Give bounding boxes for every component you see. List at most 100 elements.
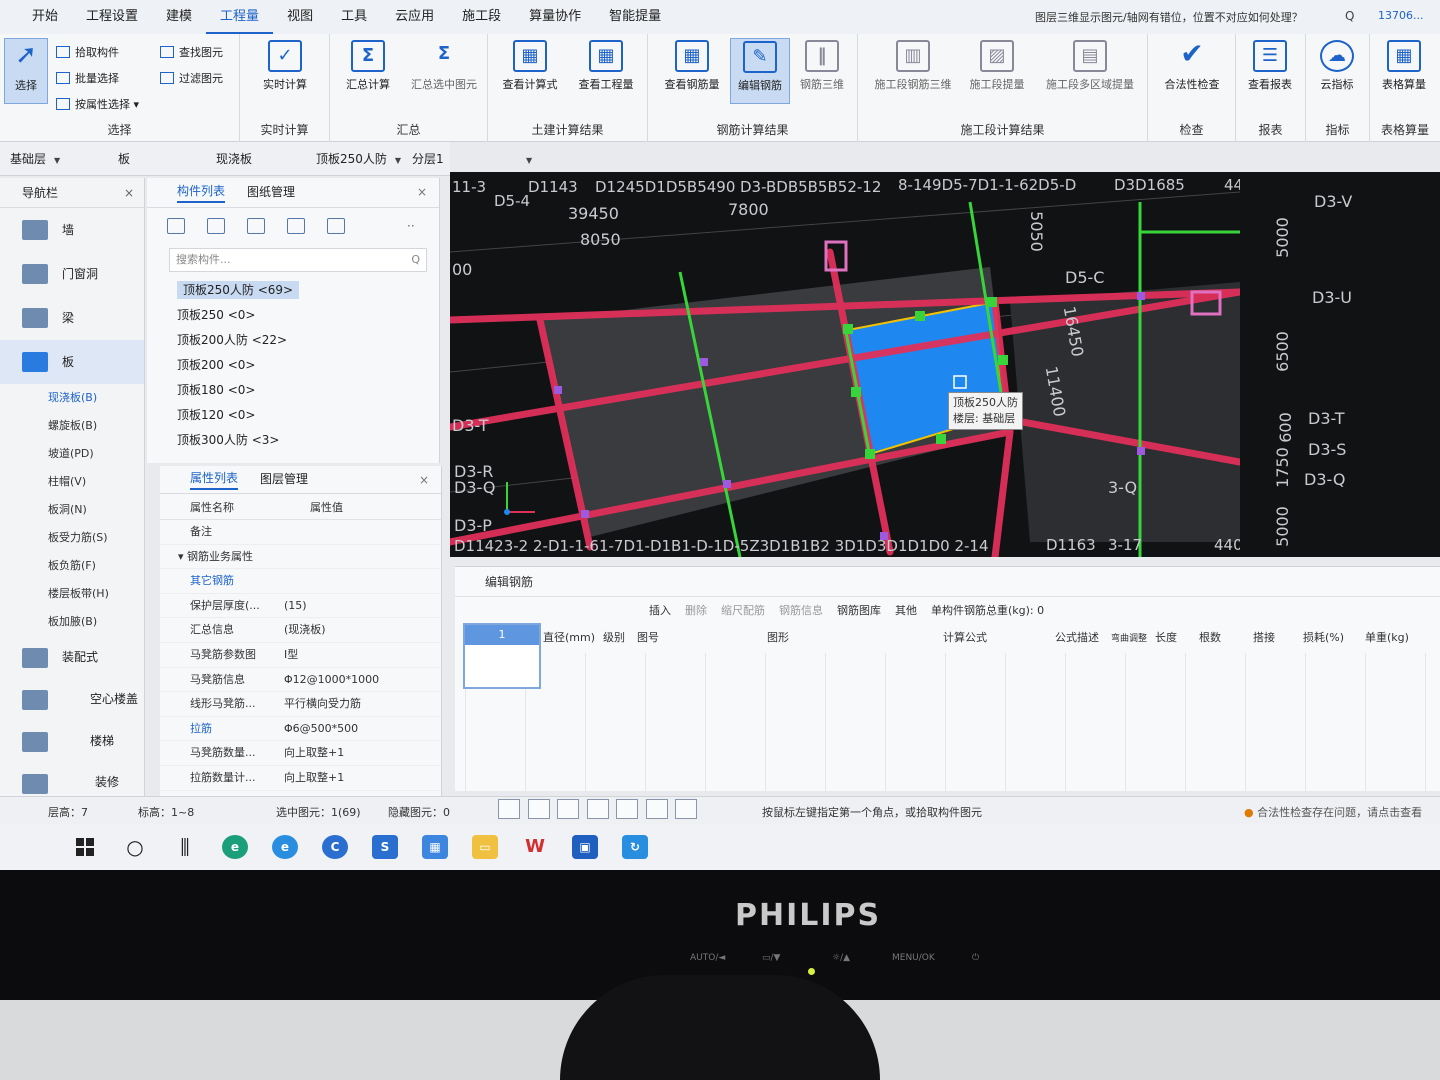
summary-selected-button[interactable]: Σ 汇总选中图元 [402, 38, 486, 104]
view-formula-button[interactable]: ▦ 查看计算式 [494, 38, 566, 104]
slab-area[interactable] [1010, 282, 1240, 542]
nav-sub-column-cap[interactable]: 柱帽(V) [0, 468, 144, 496]
tab-layer-management[interactable]: 图层管理 [260, 470, 308, 489]
app-icon-glodon[interactable]: ↻ [610, 827, 660, 867]
menu-quantities[interactable]: 工程量 [206, 0, 274, 34]
find-element-button[interactable]: 查找图元 [160, 44, 223, 60]
user-account[interactable]: 13706... [1378, 9, 1423, 22]
property-row[interactable]: 线形马凳筋... 平行横向受力筋 [160, 692, 441, 717]
view-rebar-button[interactable]: ▦ 查看钢筋量 [656, 38, 728, 104]
view-quantity-button[interactable]: ▦ 查看工程量 [570, 38, 642, 104]
ie-browser-icon[interactable]: e [260, 827, 310, 867]
property-row[interactable]: 拉筋 Φ6@500*500 [160, 717, 441, 742]
delete-button[interactable]: 删除 [685, 602, 707, 618]
nav-item-stairs[interactable]: 楼梯 [0, 720, 144, 762]
batch-select-button[interactable]: 批量选择 [56, 70, 119, 86]
search-icon[interactable]: Q [411, 249, 420, 271]
menu-tools[interactable]: 工具 [327, 0, 381, 34]
component-row[interactable]: 顶板300人防 <3> [147, 428, 439, 453]
nav-item-door-window[interactable]: 门窗洞 [0, 252, 144, 296]
property-row[interactable]: 其它钢筋 [160, 569, 441, 594]
nav-sub-slab-haunch[interactable]: 板加腋(B) [0, 608, 144, 636]
property-row[interactable]: 备注 [160, 520, 441, 545]
task-view-icon[interactable]: ⫼ [160, 827, 210, 867]
tab-drawing-management[interactable]: 图纸管理 [247, 183, 295, 202]
nav-sub-slab-hole[interactable]: 板洞(N) [0, 496, 144, 524]
file-explorer-icon[interactable]: ▭ [460, 827, 510, 867]
menu-project-settings[interactable]: 工程设置 [72, 0, 152, 34]
nav-sub-slab-main-rebar[interactable]: 板受力筋(S) [0, 524, 144, 552]
monitor-auto-button[interactable]: AUTO/◄ [690, 953, 725, 963]
edit-rebar-button[interactable]: ✎ 编辑钢筋 [730, 38, 790, 104]
app-icon-c[interactable]: C [310, 827, 360, 867]
nav-item-wall[interactable]: 墙 [0, 208, 144, 252]
monitor-input-button[interactable]: ▭/▼ [762, 953, 780, 963]
grid-icon[interactable] [645, 799, 668, 819]
ortho-icon[interactable] [498, 799, 520, 819]
cloud-index-button[interactable]: ☁ 云指标 [1306, 38, 1368, 104]
property-row[interactable]: 保护层厚度(... (15) [160, 594, 441, 619]
layer-select-caret[interactable]: ▼ [450, 148, 532, 170]
component-search-input[interactable]: 搜索构件... Q [169, 248, 427, 272]
duplicate-icon[interactable] [287, 218, 305, 234]
category-select[interactable]: 板▼ [108, 148, 206, 187]
app-icon-s[interactable]: S [360, 827, 410, 867]
property-row[interactable]: 拉筋数量计... 向上取整+1 [160, 766, 441, 791]
property-row[interactable]: 马凳筋数量... 向上取整+1 [160, 741, 441, 766]
layer-copy-icon[interactable] [327, 218, 345, 234]
component-row[interactable]: 顶板200人防 <22> [147, 328, 439, 353]
app-icon-grid[interactable]: ▦ [410, 827, 460, 867]
drawing-canvas[interactable] [450, 172, 1240, 557]
filter-element-button[interactable]: 过滤图元 [160, 70, 223, 86]
rebar-library-button[interactable]: 钢筋图库 [837, 602, 881, 618]
rebar-info-button[interactable]: 钢筋信息 [779, 602, 823, 618]
insert-button[interactable]: 插入 [649, 602, 671, 618]
search-icon[interactable]: Q [1345, 9, 1354, 23]
nav-sub-ramp[interactable]: 坡道(PD) [0, 440, 144, 468]
close-icon[interactable]: × [417, 185, 427, 199]
other-button[interactable]: 其他 [895, 602, 917, 618]
nav-item-beam[interactable]: 梁 [0, 296, 144, 340]
nav-sub-spiral-slab[interactable]: 螺旋板(B) [0, 412, 144, 440]
more-icon[interactable]: ·· [407, 219, 415, 233]
help-hint-link[interactable]: 图层三维显示图元/轴网有错位，位置不对应如何处理？ [1035, 9, 1303, 25]
nav-item-slab[interactable]: 板 [0, 340, 144, 384]
app-icon-cad[interactable]: ▣ [560, 827, 610, 867]
property-row[interactable]: 马凳筋信息 Φ12@1000*1000 [160, 668, 441, 693]
table-row[interactable]: 1 [463, 623, 541, 689]
summary-calc-button[interactable]: Σ 汇总计算 [332, 38, 404, 104]
close-icon[interactable]: × [124, 178, 134, 208]
select-button[interactable]: ➚ 选择 [4, 38, 48, 104]
menu-view[interactable]: 视图 [273, 0, 327, 34]
stage-multi-area-button[interactable]: ▤ 施工段多区域提量 [1036, 38, 1144, 104]
menu-construction-stage[interactable]: 施工段 [448, 0, 515, 34]
monitor-brightness-button[interactable]: ☼/▲ [832, 953, 850, 963]
property-row[interactable]: 马凳筋参数图 I型 [160, 643, 441, 668]
menu-start[interactable]: 开始 [18, 0, 72, 34]
rebar-3d-button[interactable]: ‖ 钢筋三维 [790, 38, 854, 104]
cross-icon[interactable] [557, 799, 579, 819]
floor-select[interactable]: 基础层 ▼ [0, 148, 108, 170]
view-report-button[interactable]: ☰ 查看报表 [1236, 38, 1304, 104]
component-select[interactable]: 顶板250人防 ▼ [306, 148, 412, 170]
menu-collaboration[interactable]: 算量协作 [515, 0, 595, 34]
rect-select-icon[interactable] [527, 799, 550, 819]
property-group-row[interactable]: ▾ 钢筋业务属性 [160, 545, 441, 570]
component-row[interactable]: 顶板180 <0> [147, 378, 439, 403]
snap-icon[interactable] [616, 799, 638, 819]
new-component-icon[interactable] [167, 218, 185, 234]
tab-property-list[interactable]: 属性列表 [190, 469, 239, 490]
menu-smart-takeoff[interactable]: 智能提量 [595, 0, 675, 34]
menu-cloud[interactable]: 云应用 [381, 0, 448, 34]
edge-browser-icon[interactable]: e [210, 827, 260, 867]
component-row[interactable]: 顶板250 <0> [147, 303, 439, 328]
nav-sub-slab-band[interactable]: 楼层板带(H) [0, 580, 144, 608]
wps-office-icon[interactable]: W [510, 827, 560, 867]
layer-select[interactable]: 分层1 [412, 148, 450, 170]
monitor-menu-button[interactable]: MENU/OK [892, 953, 935, 963]
select-by-property-button[interactable]: 按属性选择 ▾ [56, 96, 139, 112]
close-icon[interactable]: × [419, 473, 429, 487]
legality-check-button[interactable]: ✔ 合法性检查 [1156, 38, 1228, 104]
menu-modeling[interactable]: 建模 [152, 0, 206, 34]
angle-icon[interactable] [586, 799, 609, 819]
